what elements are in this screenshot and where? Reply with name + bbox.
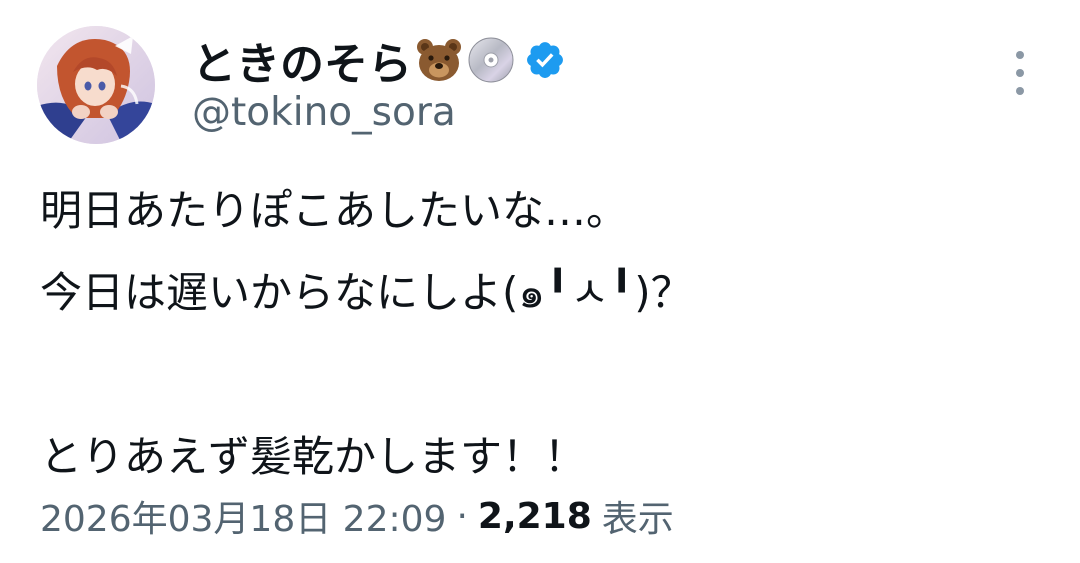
tweet-text: 明日あたりぽこあしたいな…。 今日は遅いからなにしよ(๑╹ㅅ╹)？ とりあえず髪…: [40, 170, 1050, 498]
tweet-text-line: 今日は遅いからなにしよ(๑╹ㅅ╹)？: [40, 268, 693, 317]
more-dot: [1016, 87, 1024, 95]
tweet-text-line: 明日あたりぽこあしたいな…。: [40, 186, 629, 235]
optical-disc-emoji-icon: [466, 35, 516, 85]
avatar[interactable]: [37, 26, 155, 144]
tweet-meta: 2026年03月18日 22:09 · 2,218 表示: [40, 488, 674, 544]
display-name-row: ときのそら: [192, 30, 566, 90]
user-handle[interactable]: @tokino_sora: [192, 90, 456, 135]
tweet-text-line: とりあえず髪乾かします！！: [40, 432, 587, 481]
views-count[interactable]: 2,218: [478, 496, 592, 537]
display-name[interactable]: ときのそら: [192, 28, 412, 92]
more-vertical-icon[interactable]: [1000, 48, 1040, 98]
more-dot: [1016, 69, 1024, 77]
tweet-text-line: [40, 334, 1050, 416]
avatar-image: [37, 26, 155, 144]
views-label: 表示: [601, 499, 674, 540]
bear-face-emoji-icon: [414, 35, 464, 85]
more-dot: [1016, 51, 1024, 59]
meta-separator: ·: [456, 495, 468, 537]
verified-badge-icon[interactable]: [524, 39, 566, 81]
timestamp[interactable]: 2026年03月18日 22:09: [40, 490, 446, 542]
